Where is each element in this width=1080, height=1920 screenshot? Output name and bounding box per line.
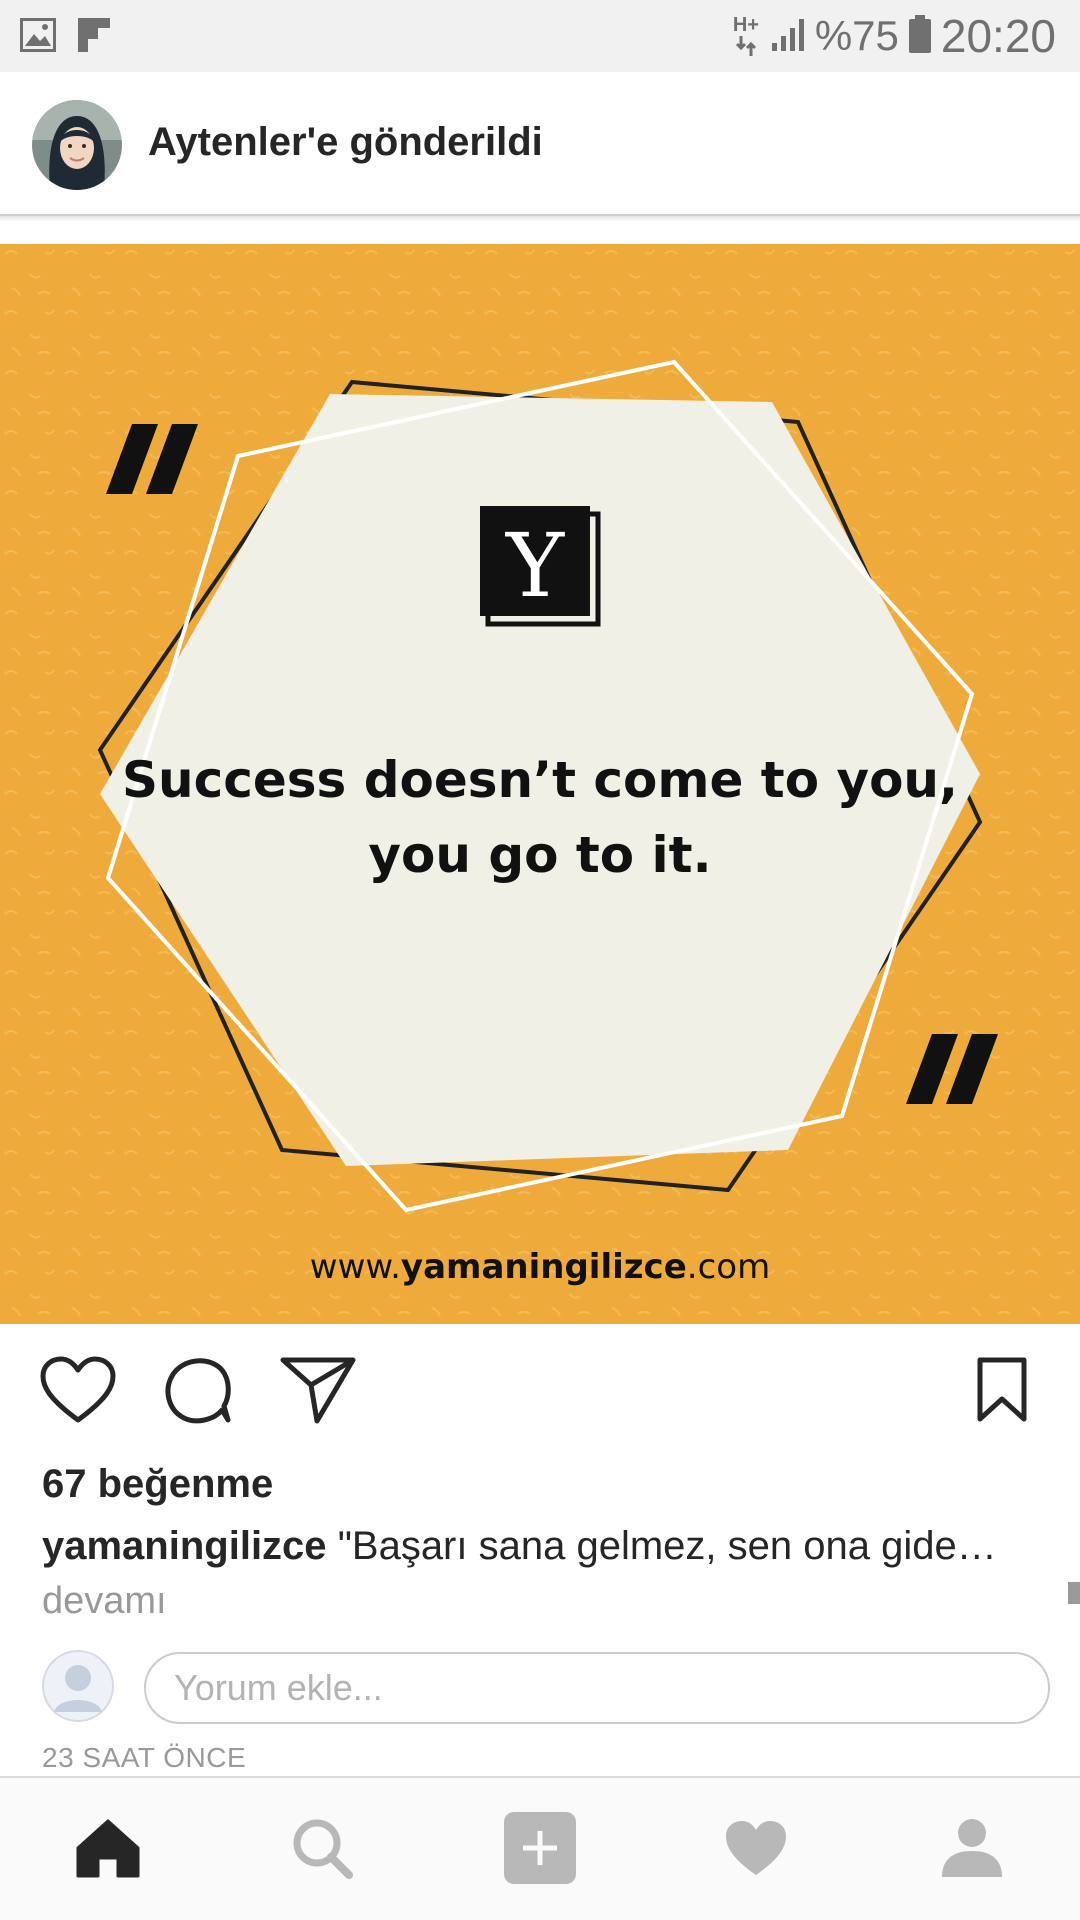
nav-search[interactable] — [277, 1808, 367, 1892]
post-image[interactable]: Y Success doesn’t come to you, you go to… — [0, 244, 1080, 1324]
comment-input[interactable] — [144, 1652, 1050, 1724]
gallery-notification-icon — [20, 18, 56, 57]
website-url: www.yamaningilizce.com — [310, 1247, 770, 1287]
heart-icon — [40, 1356, 116, 1429]
add-icon — [503, 1811, 577, 1890]
caption-text: "Başarı sana gelmez, sen ona gide… — [337, 1524, 997, 1568]
home-icon — [76, 1818, 140, 1883]
nav-profile[interactable] — [927, 1808, 1017, 1892]
bottom-navigation — [0, 1776, 1080, 1920]
user-avatar — [42, 1650, 114, 1722]
profile-icon — [940, 1817, 1004, 1884]
bookmark-icon — [976, 1357, 1028, 1428]
save-button[interactable] — [962, 1352, 1042, 1432]
quote-line-2: you go to it. — [368, 826, 711, 884]
like-button[interactable] — [38, 1352, 118, 1432]
post-actions — [0, 1352, 1080, 1432]
sender-avatar[interactable] — [32, 100, 122, 190]
nav-activity[interactable] — [711, 1808, 801, 1892]
battery-icon — [908, 14, 931, 58]
page-title: Aytenler'e gönderildi — [148, 120, 543, 164]
signal-icon — [771, 17, 805, 56]
nav-add-post[interactable] — [495, 1808, 585, 1892]
brand-logo: Y — [480, 506, 601, 627]
post-timestamp: 23 SAAT ÖNCE — [42, 1742, 247, 1773]
like-count[interactable]: 67 beğenme — [42, 1462, 273, 1507]
comment-icon — [162, 1354, 234, 1431]
header-divider — [0, 216, 1080, 222]
caption: yamaningilizce "Başarı sana gelmez, sen … — [42, 1524, 1002, 1569]
more-link[interactable]: devamı — [42, 1580, 167, 1623]
scrollbar[interactable] — [1068, 1582, 1080, 1604]
comment-button[interactable] — [158, 1352, 238, 1432]
share-icon — [280, 1355, 356, 1430]
share-button[interactable] — [278, 1352, 358, 1432]
activity-heart-icon — [724, 1819, 788, 1882]
network-type-icon: H+ — [733, 14, 761, 58]
svg-text:Y: Y — [505, 514, 565, 617]
battery-percentage: %75 — [814, 12, 899, 59]
direct-header: Aytenler'e gönderildi — [0, 72, 1080, 216]
status-bar: H+ %75 20:20 — [0, 0, 1080, 72]
nav-home[interactable] — [63, 1808, 153, 1892]
flipboard-notification-icon — [78, 18, 110, 57]
quote-line-1: Success doesn’t come to you, — [122, 751, 958, 809]
search-icon — [291, 1817, 353, 1884]
clock: 20:20 — [940, 10, 1056, 62]
comment-row — [0, 1650, 1080, 1726]
caption-username[interactable]: yamaningilizce — [42, 1524, 327, 1568]
